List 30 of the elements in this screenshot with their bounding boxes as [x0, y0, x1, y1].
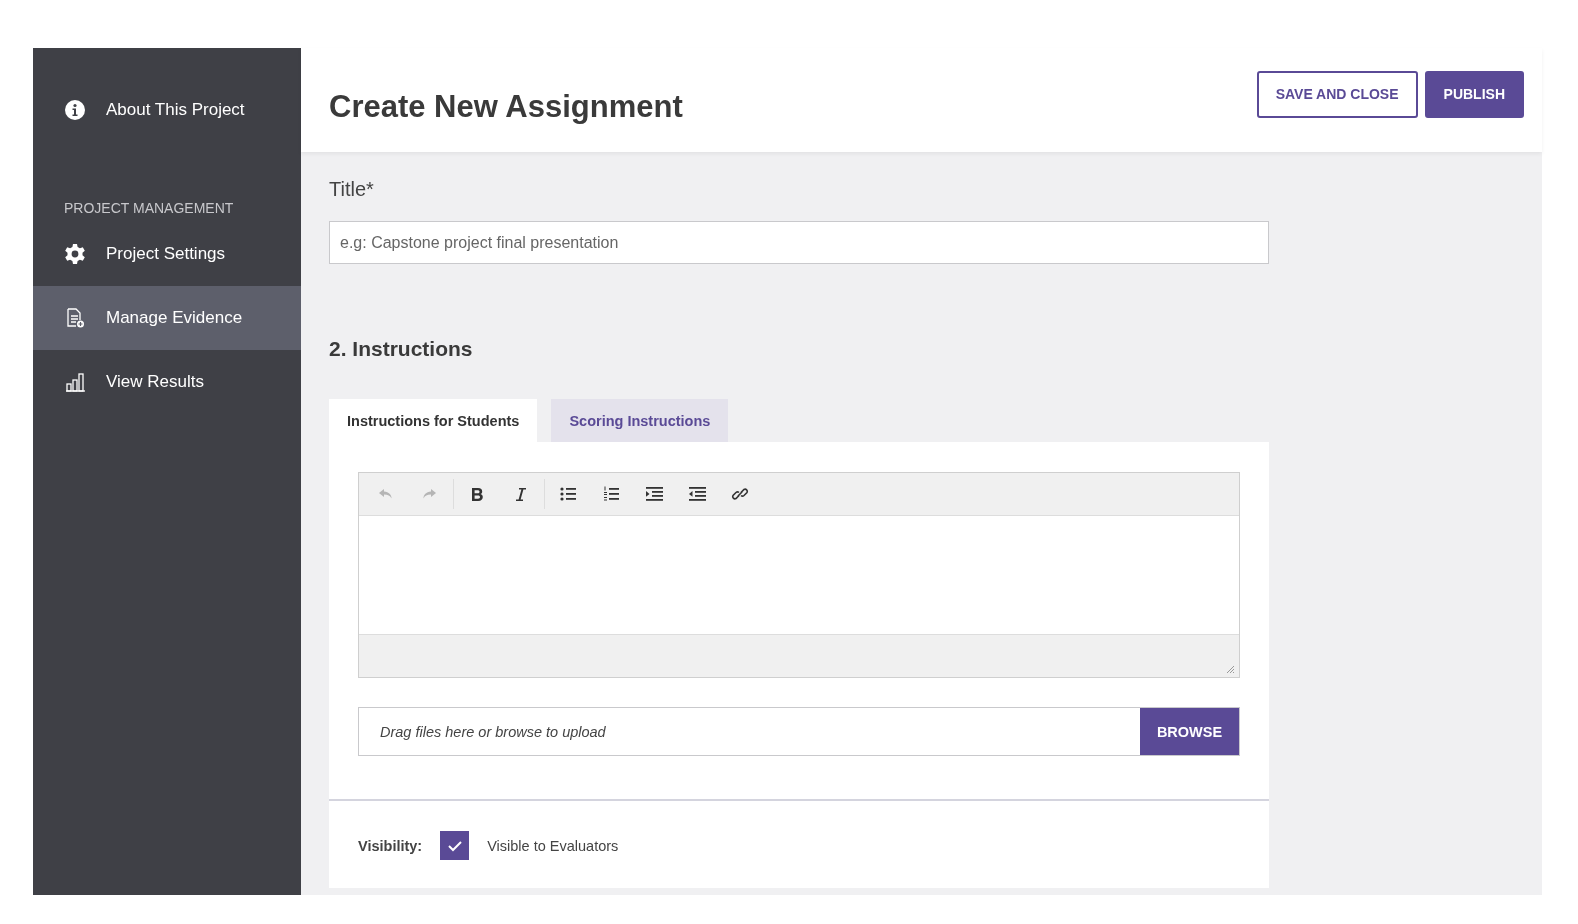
- title-input[interactable]: e.g: Capstone project final presentation: [329, 221, 1269, 264]
- outdent-icon: [688, 485, 707, 503]
- sidebar-item[interactable]: View Results: [33, 350, 301, 414]
- bar-chart-icon: [64, 371, 86, 393]
- indent-icon: [645, 485, 664, 503]
- visibility-label: Visibility:: [358, 837, 423, 854]
- upload-hint: Drag files here or browse to upload: [379, 722, 607, 742]
- tab[interactable]: Scoring Instructions: [551, 399, 729, 442]
- sidebar-item[interactable]: About This Project: [33, 84, 301, 136]
- checkbox-label: Visible to Evaluators: [487, 837, 619, 854]
- sidebar-section-heading: PROJECT MANAGEMENT: [63, 200, 235, 216]
- numbered-list-icon: [602, 485, 621, 503]
- upload-field[interactable]: Drag files here or browse to upload BROWSE: [358, 707, 1240, 756]
- resize-handle-icon[interactable]: [1226, 665, 1235, 674]
- section-heading: 2. Instructions: [329, 337, 473, 361]
- settings-icon: [64, 243, 86, 265]
- sidebar-item[interactable]: Manage Evidence: [33, 286, 301, 350]
- checkmark-icon: [446, 839, 463, 852]
- tab[interactable]: Instructions for Students: [329, 399, 538, 442]
- publish-button[interactable]: PUBLISH: [1424, 70, 1524, 118]
- bulleted-list-icon: [559, 485, 578, 503]
- sidebar-item[interactable]: Project Settings: [33, 222, 301, 286]
- save-button[interactable]: SAVE AND CLOSE: [1256, 70, 1418, 118]
- link-icon: [731, 485, 750, 503]
- page-title: Create New Assignment: [329, 89, 683, 125]
- info-icon: [64, 99, 86, 121]
- document-icon: [64, 307, 86, 329]
- field-label: Title*: [329, 178, 374, 201]
- browse-button[interactable]: BROWSE: [1140, 708, 1239, 755]
- visibility-checkbox[interactable]: [440, 831, 470, 860]
